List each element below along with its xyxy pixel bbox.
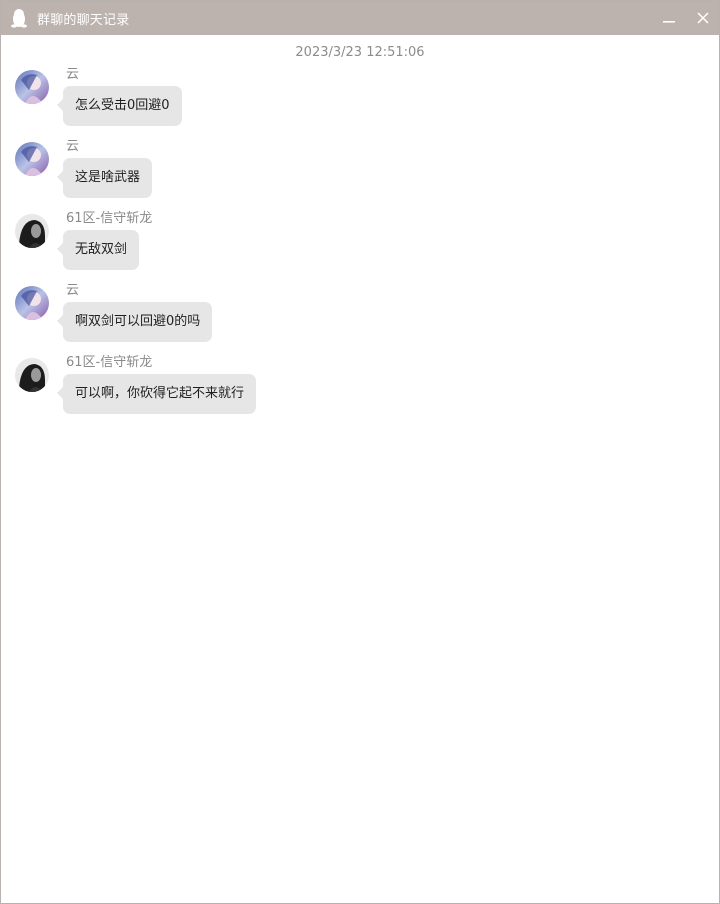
avatar-xinshou[interactable] [15,358,49,392]
sender-name: 云 [66,67,80,82]
chat-history-window: 群聊的聊天记录 2023/3/23 12:51:06 云 怎么受击0回避0 云 … [0,0,720,904]
avatar-yun[interactable] [15,286,49,320]
message-list: 云 怎么受击0回避0 云 这是啥武器 61区-信守斩龙 无敌双剑 云 啊双剑可以… [1,66,719,426]
message-item: 云 怎么受击0回避0 [1,66,719,138]
message-bubble: 这是啥武器 [56,158,153,198]
close-icon [697,12,709,24]
sender-name: 61区-信守斩龙 [66,355,153,370]
message-timestamp: 2023/3/23 12:51:06 [295,45,425,60]
message-item: 61区-信守斩龙 可以啊，你砍得它起不来就行 [1,354,719,426]
message-item: 61区-信守斩龙 无敌双剑 [1,210,719,282]
sender-name: 云 [66,283,80,298]
title-bar[interactable]: 群聊的聊天记录 [1,1,719,35]
minimize-button[interactable] [653,1,685,35]
avatar-xinshou[interactable] [15,214,49,248]
message-item: 云 啊双剑可以回避0的吗 [1,282,719,354]
sender-name: 云 [66,139,80,154]
close-button[interactable] [687,1,719,35]
message-bubble: 无敌双剑 [56,230,140,270]
window-title: 群聊的聊天记录 [37,12,130,28]
qq-penguin-icon [11,8,27,28]
minimize-icon [663,21,675,23]
avatar-yun[interactable] [15,142,49,176]
message-bubble: 啊双剑可以回避0的吗 [56,302,213,342]
message-bubble: 怎么受击0回避0 [57,86,182,126]
sender-name: 61区-信守斩龙 [66,211,153,226]
message-item: 云 这是啥武器 [1,138,719,210]
avatar-yun[interactable] [15,70,49,104]
message-bubble: 可以啊，你砍得它起不来就行 [56,374,257,414]
